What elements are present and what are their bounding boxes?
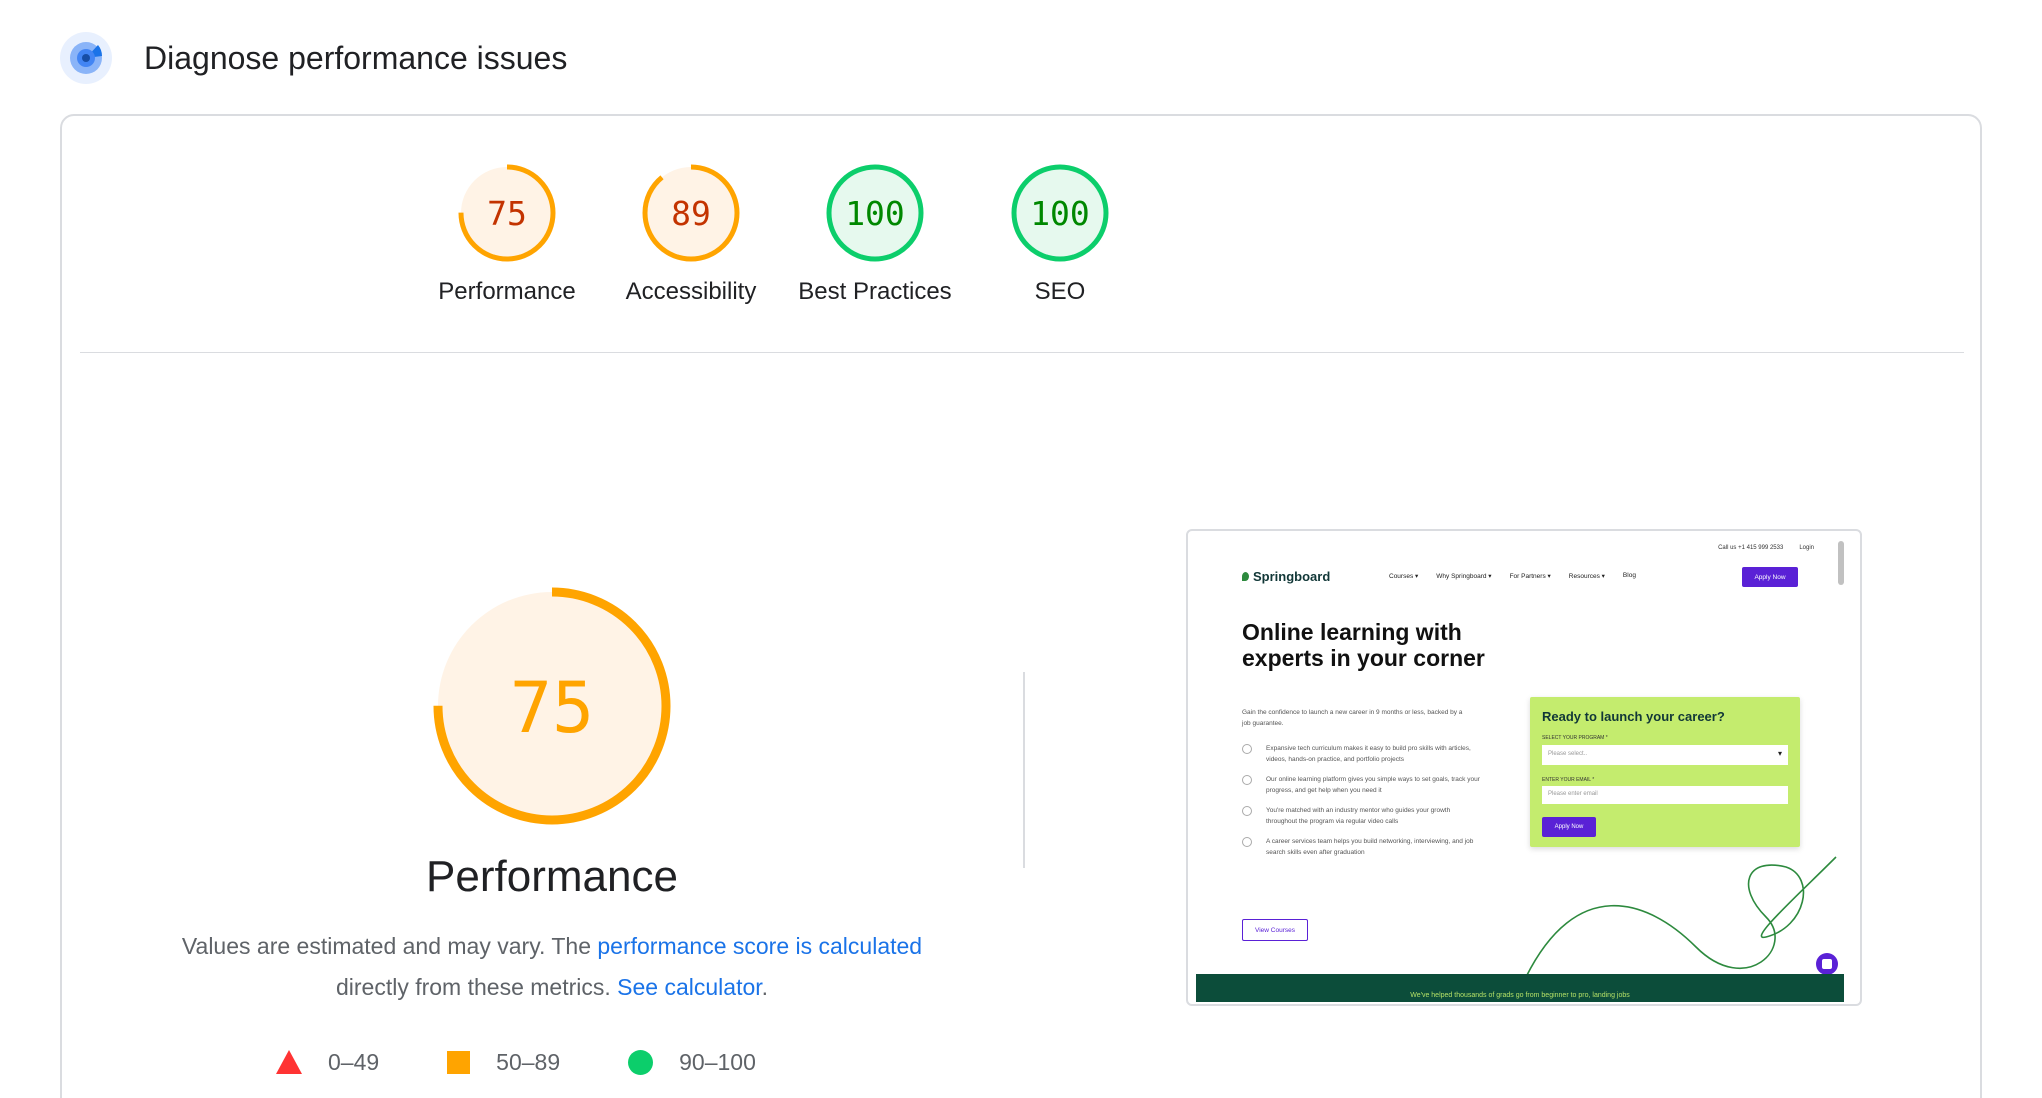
- check-circle-icon: [1242, 775, 1252, 785]
- thumbnail-form-title: Ready to launch your career?: [1542, 709, 1725, 724]
- thumbnail-login: Login: [1799, 545, 1814, 551]
- springboard-logo: Springboard: [1242, 569, 1330, 584]
- springboard-logo-icon: [1242, 572, 1249, 581]
- score-legend: 0–49 50–89 90–100: [276, 1042, 824, 1082]
- gauge-ring: 100: [826, 164, 924, 262]
- thumbnail-nav-item: Blog: [1622, 572, 1636, 579]
- thumbnail-program-select: Please select.. ▾: [1542, 745, 1788, 765]
- thumbnail-nav: Springboard Courses ▾ Why Springboard ▾ …: [1196, 567, 1844, 589]
- desc-text-2: directly from these metrics.: [335, 974, 618, 1000]
- performance-score-link[interactable]: performance score is calculated: [597, 933, 922, 959]
- square-icon: [447, 1050, 471, 1074]
- thumbnail-bullet-text: Expansive tech curriculum makes it easy …: [1266, 745, 1471, 763]
- thumbnail-bullet: Our online learning platform gives you s…: [1242, 774, 1482, 796]
- performance-gauge-large: 75: [433, 587, 671, 825]
- vertical-divider: [1023, 672, 1025, 868]
- legend-fail-range: 0–49: [328, 1048, 380, 1075]
- springboard-logo-text: Springboard: [1253, 569, 1331, 584]
- legend-pass-range: 90–100: [679, 1048, 756, 1075]
- desc-text-3: .: [761, 974, 769, 1000]
- thumbnail-nav-items: Courses ▾ Why Springboard ▾ For Partners…: [1389, 572, 1636, 580]
- report-card: 75 Performance 89 Accessibility 100 Best Prac…: [60, 114, 1982, 1098]
- gauge-ring: 89: [642, 164, 740, 262]
- big-gauge-score: 75: [510, 667, 594, 749]
- thumbnail-bullet: A career services team helps you build n…: [1242, 836, 1482, 858]
- gauge-ring: 75: [458, 164, 556, 262]
- gauge-score: 75: [487, 194, 527, 233]
- thumbnail-program-label: SELECT YOUR PROGRAM *: [1542, 735, 1608, 741]
- thumbnail-bullet: You're matched with an industry mentor w…: [1242, 805, 1482, 827]
- thumbnail-view-courses-button: View Courses: [1242, 919, 1308, 941]
- thumbnail-email-label: ENTER YOUR EMAIL *: [1542, 777, 1595, 783]
- page-screenshot-thumbnail[interactable]: Call us +1 415 999 2533 Login Springboar…: [1186, 529, 1862, 1006]
- thumbnail-bullet-text: You're matched with an industry mentor w…: [1266, 807, 1451, 825]
- legend-average: 50–89: [447, 1049, 560, 1076]
- gauge-score: 100: [1030, 194, 1090, 233]
- legend-average-range: 50–89: [496, 1048, 561, 1075]
- thumbnail-headline: Online learning with experts in your cor…: [1242, 619, 1485, 671]
- thumbnail-nav-item: Courses ▾: [1389, 573, 1419, 580]
- thumbnail-bullets: Expansive tech curriculum makes it easy …: [1242, 743, 1482, 867]
- gauge-label: SEO: [1034, 278, 1086, 305]
- chevron-down-icon: ▾: [1777, 749, 1782, 758]
- gauge-score: 89: [671, 194, 711, 233]
- lighthouse-gauge-icon: [60, 32, 112, 84]
- thumbnail-nav-item: For Partners ▾: [1509, 573, 1551, 580]
- gauge-ring: 100: [1011, 164, 1109, 262]
- performance-description: Values are estimated and may vary. The p…: [128, 926, 976, 1008]
- thumbnail-page: Call us +1 415 999 2533 Login Springboar…: [1196, 537, 1844, 1002]
- decorative-squiggle: [1525, 856, 1837, 978]
- legend-pass: 90–100: [628, 1049, 756, 1076]
- gauge-score: 100: [845, 194, 905, 233]
- gauge-seo[interactable]: 100 SEO: [940, 162, 1180, 306]
- score-gauges: 75 Performance 89 Accessibility 100 Best Prac…: [62, 116, 1980, 356]
- chat-icon: [1816, 953, 1838, 975]
- thumbnail-apply-button: Apply Now: [1742, 567, 1798, 587]
- thumbnail-bullet: Expansive tech curriculum makes it easy …: [1242, 743, 1482, 765]
- check-circle-icon: [1242, 744, 1252, 754]
- legend-fail: 0–49: [276, 1049, 379, 1076]
- check-circle-icon: [1242, 837, 1252, 847]
- thumbnail-signup-form: Ready to launch your career? SELECT YOUR…: [1530, 697, 1800, 847]
- thumbnail-program-placeholder: Please select..: [1548, 751, 1588, 757]
- thumbnail-topbar: Call us +1 415 999 2533 Login: [1718, 545, 1814, 551]
- thumbnail-subtext: Gain the confidence to launch a new care…: [1242, 709, 1463, 727]
- see-calculator-link[interactable]: See calculator: [617, 974, 761, 1000]
- thumbnail-form-apply-button: Apply Now: [1542, 817, 1596, 837]
- circle-icon: [628, 1049, 654, 1075]
- thumbnail-bottom-bar: We've helped thousands of grads go from …: [1196, 974, 1844, 1002]
- thumbnail-nav-item: Resources ▾: [1568, 573, 1605, 580]
- thumbnail-bullet-text: Our online learning platform gives you s…: [1266, 776, 1480, 794]
- thumbnail-bullet-text: A career services team helps you build n…: [1266, 838, 1474, 856]
- performance-title: Performance: [426, 852, 678, 901]
- section-title: Diagnose performance issues: [144, 39, 568, 76]
- check-circle-icon: [1242, 806, 1252, 816]
- thumbnail-call-us: Call us +1 415 999 2533: [1718, 545, 1784, 551]
- thumbnail-email-input: Please enter email: [1542, 786, 1788, 804]
- triangle-icon: [276, 1050, 302, 1074]
- section-header: Diagnose performance issues: [60, 28, 567, 88]
- divider: [80, 352, 1964, 353]
- thumbnail-nav-item: Why Springboard ▾: [1436, 573, 1492, 580]
- thumbnail-scrollbar: [1838, 541, 1844, 585]
- desc-text-1: Values are estimated and may vary. The: [181, 933, 598, 959]
